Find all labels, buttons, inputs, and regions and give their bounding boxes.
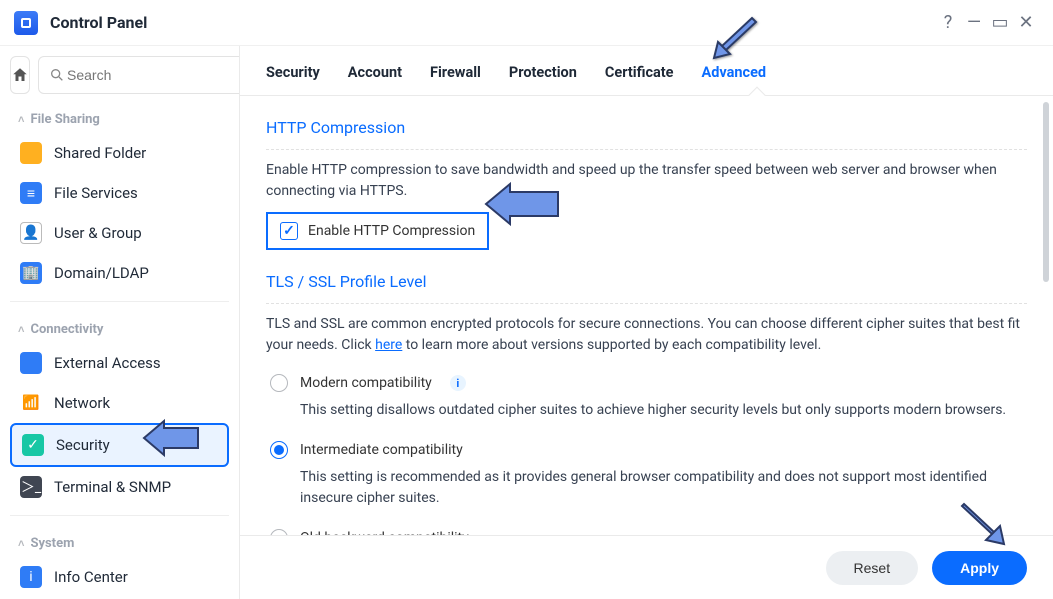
footer: Reset Apply	[240, 535, 1053, 599]
intermediate-compat-desc: This setting is recommended as it provid…	[266, 467, 1027, 521]
apply-button[interactable]: Apply	[932, 551, 1027, 585]
sidebar-item-label: Terminal & SNMP	[54, 478, 171, 496]
content-area: HTTP Compression Enable HTTP compression…	[240, 96, 1053, 535]
info-icon[interactable]: i	[450, 375, 466, 391]
terminal-icon: ＞_	[20, 476, 42, 498]
enable-http-compression-checkbox[interactable]	[280, 222, 298, 240]
sidebar-item-label: Info Center	[54, 568, 128, 586]
search-box[interactable]	[38, 56, 240, 94]
radio-button[interactable]	[270, 441, 288, 459]
radio-button[interactable]	[270, 529, 288, 535]
group-header-connectivity[interactable]: ˄ Connectivity	[10, 310, 229, 343]
maximize-button[interactable]: ▭	[987, 10, 1013, 36]
checkbox-label: Enable HTTP Compression	[308, 223, 475, 239]
section-title-tls: TLS / SSL Profile Level	[266, 272, 1027, 291]
info-icon: i	[20, 566, 42, 588]
chevron-up-icon: ˄	[18, 537, 24, 550]
sidebar: ˄ File Sharing Shared Folder ≡ File Serv…	[0, 46, 240, 599]
titlebar: Control Panel ? — ▭ ✕	[0, 0, 1053, 46]
tab-firewall[interactable]: Firewall	[430, 64, 481, 95]
radio-old-backward-compatibility[interactable]: Old backward compatibility	[266, 521, 1027, 535]
home-icon	[11, 66, 29, 84]
sidebar-item-label: User & Group	[54, 224, 142, 242]
minimize-button[interactable]: —	[961, 10, 987, 36]
sidebar-item-info-center[interactable]: i Info Center	[10, 557, 229, 597]
radio-button[interactable]	[270, 374, 288, 392]
sidebar-item-label: File Services	[54, 184, 138, 202]
domain-icon: 🏢	[20, 262, 42, 284]
sidebar-item-label: External Access	[54, 354, 161, 372]
http-description: Enable HTTP compression to save bandwidt…	[266, 160, 1027, 202]
main-panel: Security Account Firewall Protection Cer…	[240, 46, 1053, 599]
tls-desc-post: to learn more about versions supported b…	[402, 337, 821, 353]
radio-label: Modern compatibility	[300, 375, 432, 391]
group-header-system[interactable]: ˄ System	[10, 524, 229, 557]
search-input[interactable]	[65, 66, 240, 84]
group-label: Connectivity	[30, 322, 103, 337]
window-title: Control Panel	[50, 13, 147, 32]
sidebar-item-shared-folder[interactable]: Shared Folder	[10, 133, 229, 173]
tls-description: TLS and SSL are common encrypted protoco…	[266, 314, 1027, 356]
app-icon	[14, 11, 38, 35]
tab-security[interactable]: Security	[266, 64, 320, 95]
scrollbar-thumb[interactable]	[1043, 102, 1049, 282]
divider	[10, 301, 229, 302]
close-button[interactable]: ✕	[1013, 10, 1039, 36]
tls-learn-more-link[interactable]: here	[375, 337, 402, 353]
sidebar-item-external-access[interactable]: External Access	[10, 343, 229, 383]
radio-modern-compatibility[interactable]: Modern compatibility i	[266, 366, 1027, 400]
reset-button[interactable]: Reset	[826, 551, 919, 585]
file-services-icon: ≡	[20, 182, 42, 204]
tab-protection[interactable]: Protection	[509, 64, 577, 95]
radio-intermediate-compatibility[interactable]: Intermediate compatibility	[266, 433, 1027, 467]
scrollbar[interactable]	[1043, 102, 1049, 525]
home-button[interactable]	[10, 56, 30, 94]
enable-http-compression-row[interactable]: Enable HTTP Compression	[266, 212, 489, 250]
tab-certificate[interactable]: Certificate	[605, 64, 674, 95]
group-label: System	[30, 536, 74, 551]
sidebar-item-domain-ldap[interactable]: 🏢 Domain/LDAP	[10, 253, 229, 293]
help-button[interactable]: ?	[935, 10, 961, 36]
sidebar-item-file-services[interactable]: ≡ File Services	[10, 173, 229, 213]
user-group-icon: 👤	[20, 222, 42, 244]
sidebar-item-label: Security	[56, 436, 110, 454]
sidebar-item-label: Domain/LDAP	[54, 264, 149, 282]
chevron-up-icon: ˄	[18, 323, 24, 336]
globe-icon	[20, 352, 42, 374]
sidebar-item-label: Shared Folder	[54, 144, 146, 162]
chevron-up-icon: ˄	[18, 113, 24, 126]
network-icon: 📶	[20, 392, 42, 414]
section-title-http: HTTP Compression	[266, 118, 1027, 137]
modern-compat-desc: This setting disallows outdated cipher s…	[266, 400, 1027, 433]
sidebar-item-terminal-snmp[interactable]: ＞_ Terminal & SNMP	[10, 467, 229, 507]
folder-icon	[20, 142, 42, 164]
tabs: Security Account Firewall Protection Cer…	[240, 46, 1053, 96]
sidebar-item-network[interactable]: 📶 Network	[10, 383, 229, 423]
radio-label: Intermediate compatibility	[300, 442, 463, 458]
group-label: File Sharing	[30, 112, 99, 127]
sidebar-item-label: Network	[54, 394, 110, 412]
sidebar-item-user-group[interactable]: 👤 User & Group	[10, 213, 229, 253]
search-icon	[49, 67, 65, 83]
tab-account[interactable]: Account	[348, 64, 402, 95]
sidebar-item-security[interactable]: ✓ Security	[10, 423, 229, 467]
shield-icon: ✓	[22, 434, 44, 456]
group-header-file-sharing[interactable]: ˄ File Sharing	[10, 100, 229, 133]
divider	[10, 515, 229, 516]
